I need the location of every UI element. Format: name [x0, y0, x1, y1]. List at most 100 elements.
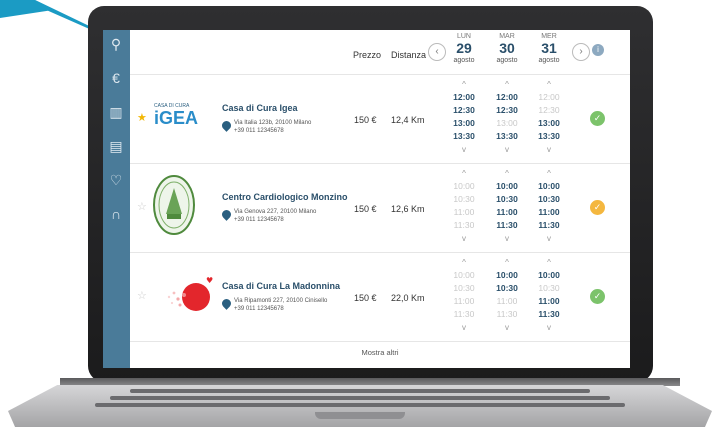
facility-name[interactable]: Centro Cardiologico Monzino — [222, 192, 348, 202]
timeslot-column: ^ 10:00 10:30 11:00 11:30 v — [487, 167, 527, 245]
svg-text:♥: ♥ — [206, 276, 213, 285]
chevron-down-icon[interactable]: v — [487, 321, 527, 334]
euro-icon[interactable]: € — [106, 68, 126, 88]
chevron-down-icon[interactable]: v — [444, 232, 484, 245]
chevron-up-icon[interactable]: ^ — [529, 256, 569, 269]
list-item[interactable]: ☆ Centro Cardiologico Monzino Via Genova… — [130, 164, 630, 253]
keyboard-row — [95, 403, 625, 407]
laptop-notch — [315, 412, 405, 419]
chevron-up-icon[interactable]: ^ — [487, 78, 527, 91]
timeslot-column: ^ 10:00 10:30 11:00 11:30 v — [487, 256, 527, 334]
bicycle-icon[interactable]: ⚲ — [106, 34, 126, 54]
time-slot[interactable]: 11:00 — [529, 206, 569, 219]
timeslot-column: ^ 12:00 12:30 13:00 13:30 v — [487, 78, 527, 156]
time-slot[interactable]: 11:30 — [529, 308, 569, 321]
price-value: 150 € — [354, 204, 377, 214]
time-slot[interactable]: 10:00 — [529, 180, 569, 193]
time-slot[interactable]: 12:00 — [444, 91, 484, 104]
time-slot-disabled: 11:00 — [496, 296, 518, 306]
price-header: Prezzo — [353, 50, 382, 60]
chevron-down-icon[interactable]: v — [444, 143, 484, 156]
chevron-up-icon[interactable]: ^ — [529, 167, 569, 180]
show-more-link[interactable]: Mostra altri — [130, 348, 630, 357]
location-pin-icon — [220, 119, 233, 132]
time-slot[interactable]: 12:30 — [444, 104, 484, 117]
location-pin-icon — [220, 208, 233, 221]
facility-address: Via Ripamonti 227, 20100 Cinisello +39 0… — [234, 298, 328, 312]
favorite-star-icon[interactable]: ☆ — [137, 200, 147, 213]
facility-address: Via Italia 123b, 20100 Milano +39 011 12… — [234, 120, 312, 134]
distance-value: 12,4 Km — [391, 115, 425, 125]
time-slot[interactable]: 13:00 — [444, 117, 484, 130]
chevron-down-icon[interactable]: v — [444, 321, 484, 334]
time-slot-disabled: 12:30 — [538, 105, 560, 115]
time-slot-disabled: 10:30 — [453, 283, 475, 293]
time-slot[interactable]: 12:00 — [487, 91, 527, 104]
time-slot[interactable]: 13:30 — [487, 130, 527, 143]
headset-icon[interactable]: ∩ — [106, 204, 126, 224]
timeslot-column: ^ 10:00 10:30 11:00 11:30 v — [529, 256, 569, 334]
chevron-down-icon[interactable]: v — [529, 321, 569, 334]
time-slot[interactable]: 13:30 — [529, 130, 569, 143]
time-slot[interactable]: 10:30 — [487, 282, 527, 295]
info-icon[interactable]: i — [592, 44, 604, 56]
time-slot[interactable]: 11:30 — [529, 219, 569, 232]
time-slot-disabled: 10:30 — [453, 194, 475, 204]
status-check-icon: ✓ — [590, 200, 605, 215]
app-screen: ⚲ € ▥ ▤ ♡ ∩ Prezzo Distanza ‹ LUN 29 ago… — [103, 30, 630, 368]
sidebar: ⚲ € ▥ ▤ ♡ ∩ — [103, 30, 130, 368]
list-item[interactable]: ☆ ♥ Casa di Cura La Madonnina Via Ripamo… — [130, 253, 630, 342]
chevron-up-icon[interactable]: ^ — [487, 167, 527, 180]
chevron-down-icon[interactable]: v — [487, 143, 527, 156]
chart-icon[interactable]: ▥ — [106, 102, 126, 122]
day-column-header[interactable]: MAR 30 agosto — [487, 33, 527, 65]
chevron-up-icon[interactable]: ^ — [444, 167, 484, 180]
next-day-button[interactable]: › — [572, 43, 590, 61]
time-slot[interactable]: 11:00 — [487, 206, 527, 219]
facility-name[interactable]: Casa di Cura Igea — [222, 103, 298, 113]
time-slot[interactable]: 12:30 — [487, 104, 527, 117]
facility-address: Via Genova 227, 20100 Milano +39 011 123… — [234, 209, 317, 223]
time-slot-disabled: 10:00 — [453, 181, 475, 191]
day-column-header[interactable]: MER 31 agosto — [529, 33, 569, 65]
igea-logo: CASA DI CURA iGEA — [154, 103, 199, 128]
favorite-star-icon[interactable]: ☆ — [137, 289, 147, 302]
day-column-header[interactable]: LUN 29 agosto — [444, 33, 484, 65]
time-slot[interactable]: 13:00 — [529, 117, 569, 130]
time-slot-disabled: 11:00 — [453, 207, 475, 217]
keyboard-row — [110, 396, 610, 400]
time-slot-disabled: 11:30 — [496, 309, 518, 319]
list-item[interactable]: ★ CASA DI CURA iGEA Casa di Cura Igea Vi… — [130, 75, 630, 164]
distance-value: 22,0 Km — [391, 293, 425, 303]
chevron-up-icon[interactable]: ^ — [444, 78, 484, 91]
price-value: 150 € — [354, 115, 377, 125]
timeslot-column: ^ 12:00 12:30 13:00 13:30 v — [529, 78, 569, 156]
time-slot[interactable]: 10:00 — [487, 180, 527, 193]
facility-name[interactable]: Casa di Cura La Madonnina — [222, 281, 340, 291]
time-slot-disabled: 13:00 — [496, 118, 518, 128]
chevron-down-icon[interactable]: v — [487, 232, 527, 245]
time-slot-disabled: 11:30 — [453, 309, 475, 319]
time-slot[interactable]: 10:30 — [487, 193, 527, 206]
time-slot-disabled: 10:30 — [538, 283, 560, 293]
timeslot-column: ^ 12:00 12:30 13:00 13:30 v — [444, 78, 484, 156]
document-icon[interactable]: ▤ — [106, 136, 126, 156]
chevron-down-icon[interactable]: v — [529, 232, 569, 245]
time-slot[interactable]: 10:00 — [529, 269, 569, 282]
distance-value: 12,6 Km — [391, 204, 425, 214]
time-slot-disabled: 11:30 — [453, 220, 475, 230]
time-slot-disabled: 12:00 — [538, 92, 560, 102]
chevron-up-icon[interactable]: ^ — [487, 256, 527, 269]
time-slot[interactable]: 10:30 — [529, 193, 569, 206]
chevron-down-icon[interactable]: v — [529, 143, 569, 156]
favorite-star-icon[interactable]: ★ — [137, 111, 147, 124]
heart-icon[interactable]: ♡ — [106, 170, 126, 190]
time-slot[interactable]: 11:00 — [529, 295, 569, 308]
time-slot[interactable]: 13:30 — [444, 130, 484, 143]
price-value: 150 € — [354, 293, 377, 303]
chevron-up-icon[interactable]: ^ — [444, 256, 484, 269]
chevron-up-icon[interactable]: ^ — [529, 78, 569, 91]
time-slot[interactable]: 11:30 — [487, 219, 527, 232]
laptop-hinge — [60, 378, 680, 386]
time-slot[interactable]: 10:00 — [487, 269, 527, 282]
